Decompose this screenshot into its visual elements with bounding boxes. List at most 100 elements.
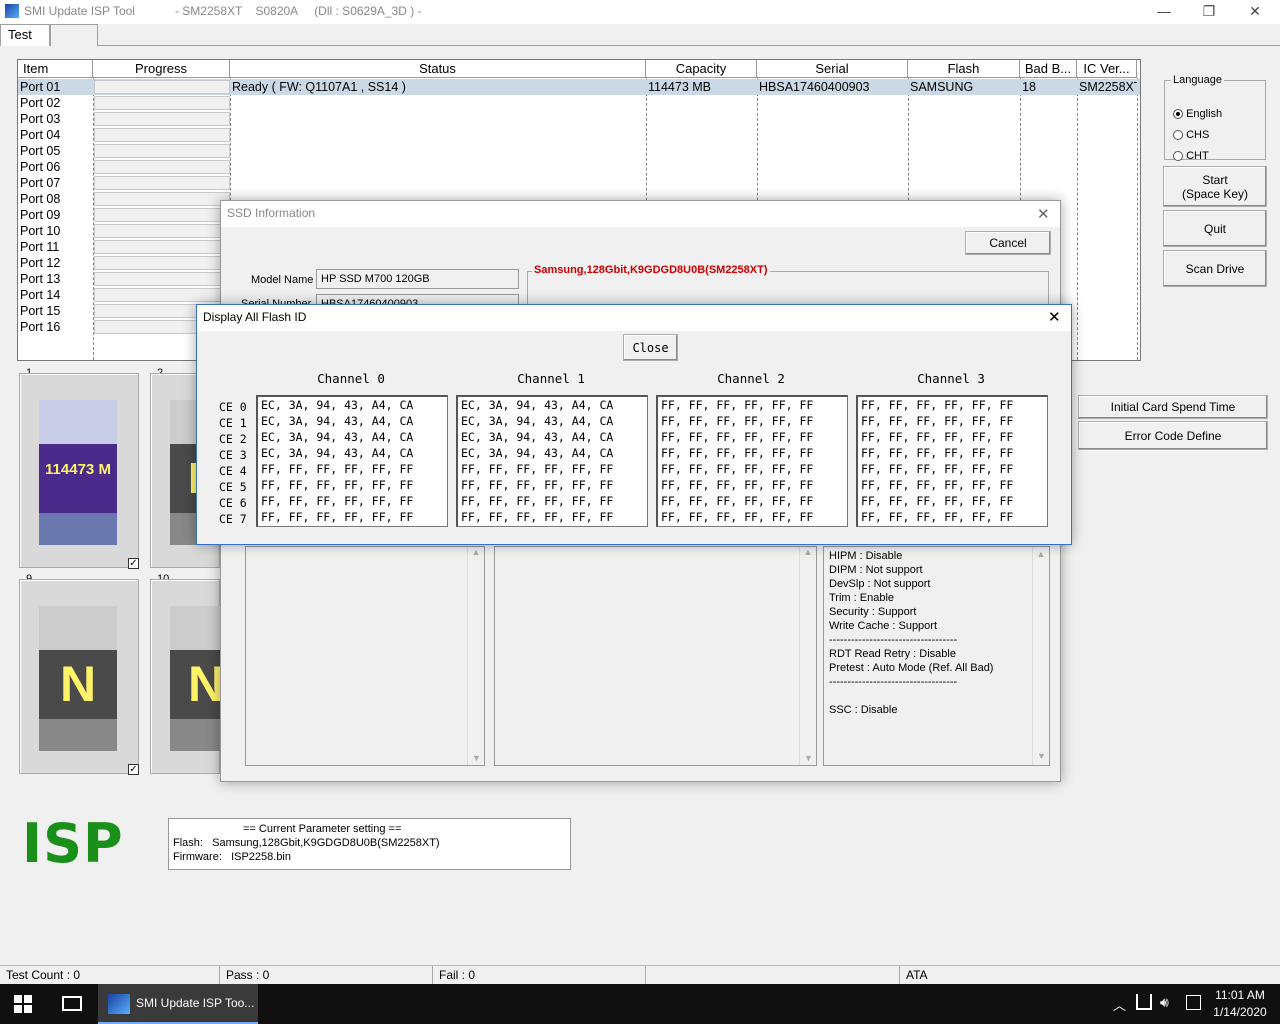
pass-count: Pass : 0 [220, 966, 433, 985]
ic-version-cell: SM2258XT [1079, 80, 1137, 94]
flash-id-row: EC, 3A, 94, 43, A4, CA [261, 398, 414, 412]
scrollbar[interactable]: ▲ ▼ [799, 547, 816, 765]
slot-checkbox[interactable]: ✓ [128, 558, 139, 569]
model-name-field: HP SSD M700 120GB [316, 269, 519, 289]
progress-bar [94, 80, 230, 94]
col-bad-blocks[interactable]: Bad B... [1020, 60, 1077, 78]
progress-bar [94, 272, 230, 286]
params-firmware-label: Firmware: [173, 851, 222, 863]
tab-test[interactable]: Test [0, 24, 50, 46]
col-flash[interactable]: Flash [908, 60, 1020, 78]
params-flash-value: Samsung,128Gbit,K9GDGD8U0B(SM2258XT) [212, 837, 440, 849]
flash-id-close-icon[interactable]: ✕ [1048, 308, 1061, 326]
flash-id-row: FF, FF, FF, FF, FF, FF [261, 494, 414, 508]
fail-count: Fail : 0 [433, 966, 646, 985]
minimize-button[interactable]: — [1144, 2, 1184, 22]
tray-chevron-up-icon[interactable]: ︿ [1113, 995, 1126, 1014]
tab-blank[interactable] [50, 24, 98, 46]
interface-mode: ATA [906, 968, 928, 982]
drive-slot-10[interactable]: N [150, 579, 224, 774]
flash-id-row: FF, FF, FF, FF, FF, FF [861, 478, 1014, 492]
radio-button[interactable] [1173, 130, 1183, 141]
feature-line: HIPM : Disable [829, 550, 903, 562]
scan-drive-button[interactable]: Scan Drive [1163, 250, 1267, 287]
flash-id-row: FF, FF, FF, FF, FF, FF [661, 414, 814, 428]
flash-id-row: FF, FF, FF, FF, FF, FF [261, 478, 414, 492]
ssd-info-close-icon[interactable]: ✕ [1037, 205, 1050, 223]
flash-id-row: FF, FF, FF, FF, FF, FF [661, 478, 814, 492]
task-view-icon[interactable] [62, 996, 82, 1011]
scroll-up-icon[interactable]: ▲ [1033, 547, 1049, 561]
language-legend: Language [1173, 74, 1222, 86]
scroll-down-icon[interactable]: ▼ [1033, 749, 1050, 763]
table-row[interactable]: Port 02 [18, 95, 1140, 111]
col-capacity[interactable]: Capacity [646, 60, 757, 78]
port-label: Port 10 [20, 224, 61, 238]
flash-id-row: EC, 3A, 94, 43, A4, CA [461, 398, 614, 412]
model-name-label: Model Name [251, 274, 314, 286]
feature-line: SSC : Disable [829, 704, 898, 716]
slot-checkbox[interactable]: ✓ [128, 764, 139, 775]
notification-icon[interactable] [1186, 995, 1201, 1010]
scroll-up-icon[interactable]: ▲ [800, 547, 816, 557]
volume-icon[interactable]: 🔊︎ [1160, 994, 1169, 1011]
clock-time[interactable]: 11:01 AM [1214, 988, 1266, 1002]
table-row[interactable]: Port 01 Ready ( FW: Q1107A1 , SS14 ) 11447… [18, 79, 1140, 95]
radio-chs[interactable]: CHS [1173, 129, 1209, 141]
flash-id-row: FF, FF, FF, FF, FF, FF [661, 510, 814, 524]
feature-line: Security : Support [829, 606, 917, 618]
flash-id-row: FF, FF, FF, FF, FF, FF [661, 398, 814, 412]
scroll-up-icon[interactable]: ▲ [468, 547, 484, 557]
ce-label: CE 7 [219, 512, 247, 526]
flash-id-row: FF, FF, FF, FF, FF, FF [861, 494, 1014, 508]
drive-graphic: 114473 M [39, 400, 117, 545]
table-row[interactable]: Port 03 [18, 111, 1140, 127]
network-icon[interactable] [1136, 994, 1152, 1010]
port-label: Port 02 [20, 96, 61, 110]
col-item[interactable]: Item [18, 60, 93, 78]
radio-button[interactable] [1173, 109, 1183, 120]
flash-group-title: Samsung,128Gbit,K9GDGD8U0B(SM2258XT) [532, 264, 770, 276]
table-row[interactable]: Port 07 [18, 175, 1140, 191]
scrollbar[interactable]: ▲ ▼ [467, 547, 484, 765]
error-code-define-button[interactable]: Error Code Define [1078, 421, 1268, 450]
serial-cell: HBSA17460400903 [759, 80, 870, 94]
flash-id-row: FF, FF, FF, FF, FF, FF [861, 430, 1014, 444]
radio-english[interactable]: English [1173, 108, 1222, 120]
col-progress[interactable]: Progress [93, 60, 230, 78]
maximize-button[interactable]: ❐ [1189, 2, 1229, 22]
table-row[interactable]: Port 05 [18, 143, 1140, 159]
initial-card-spend-time-button[interactable]: Initial Card Spend Time [1078, 395, 1268, 419]
drive-slot-1[interactable]: 114473 M ✓ [19, 373, 139, 569]
quit-button[interactable]: Quit [1163, 210, 1267, 247]
close-button[interactable]: ✕ [1235, 2, 1275, 22]
taskbar: SMI Update ISP Too... ︿ 🔊︎ 11:01 AM 1/14… [0, 984, 1280, 1024]
flash-id-row: FF, FF, FF, FF, FF, FF [261, 510, 414, 524]
flash-id-title: Display All Flash ID [197, 305, 1071, 331]
col-ic-version[interactable]: IC Ver... [1077, 60, 1137, 78]
clock-date[interactable]: 1/14/2020 [1210, 1005, 1270, 1019]
feature-line: RDT Read Retry : Disable [829, 648, 956, 660]
col-serial[interactable]: Serial [757, 60, 908, 78]
table-row[interactable]: Port 06 [18, 159, 1140, 175]
drive-slot-9[interactable]: N ✓ [19, 579, 139, 775]
start-button[interactable]: Start (Space Key) [1163, 166, 1267, 207]
table-row[interactable]: Port 04 [18, 127, 1140, 143]
radio-button[interactable] [1173, 151, 1183, 162]
flash-id-row: EC, 3A, 94, 43, A4, CA [461, 414, 614, 428]
taskbar-app-smi[interactable]: SMI Update ISP Too... [98, 984, 258, 1024]
windows-start-icon[interactable] [14, 995, 32, 1013]
info-panel-middle: ▲ ▼ [494, 546, 817, 766]
col-status[interactable]: Status [230, 60, 646, 78]
scroll-down-icon[interactable]: ▼ [800, 753, 817, 763]
close-button[interactable]: Close [623, 334, 678, 361]
scroll-down-icon[interactable]: ▼ [468, 753, 485, 763]
cancel-button[interactable]: Cancel [965, 231, 1051, 255]
flash-id-row: EC, 3A, 94, 43, A4, CA [461, 446, 614, 460]
radio-cht[interactable]: CHT [1173, 150, 1209, 162]
scrollbar[interactable]: ▲ ▼ [1032, 547, 1049, 765]
channel-header: Channel 2 [717, 371, 785, 386]
feature-line: DevSlp : Not support [829, 578, 931, 590]
port-label: Port 01 [20, 80, 61, 94]
ce-label: CE 3 [219, 448, 247, 462]
